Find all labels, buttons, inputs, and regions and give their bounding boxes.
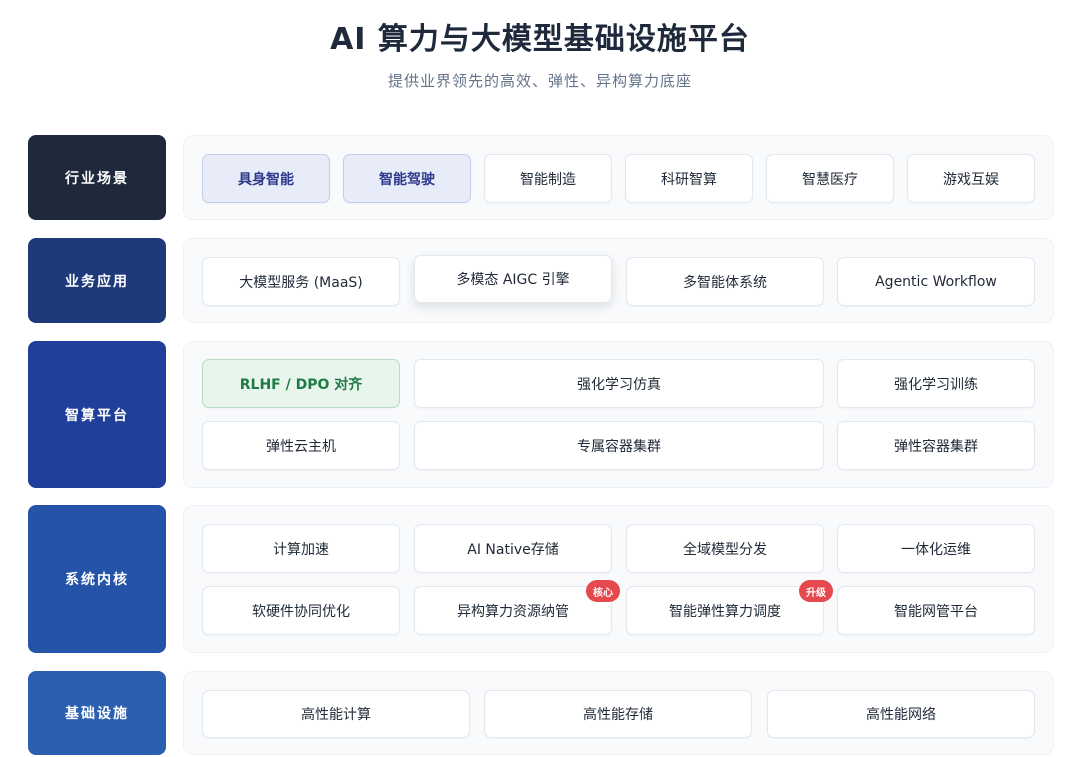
kernel-item-heterogeneous-resource-mgmt[interactable]: 异构算力资源纳管: [414, 586, 612, 635]
business-item-multi-agent[interactable]: 多智能体系统: [626, 257, 824, 306]
platform-item-dedicated-container-cluster[interactable]: 专属容器集群: [414, 421, 824, 470]
layer-label-infra: 基础设施: [28, 671, 166, 755]
layer-label-business: 业务应用: [28, 238, 166, 323]
page-subtitle: 提供业界领先的高效、弹性、异构算力底座: [387, 72, 692, 90]
kernel-item-compute-acceleration[interactable]: 计算加速: [202, 524, 400, 573]
layer-label-platform: 智算平台: [28, 341, 166, 488]
layer-panel-kernel: 计算加速 AI Native存储 全域模型分发 一体化运维 软硬件协同优化 异构…: [183, 505, 1054, 653]
page-title: AI 算力与大模型基础设施平台: [330, 22, 750, 57]
kernel-item-model-distribution[interactable]: 全域模型分发: [626, 524, 824, 573]
industry-item-gaming-entertainment[interactable]: 游戏互娱: [907, 154, 1035, 203]
platform-item-elastic-cloud-host[interactable]: 弹性云主机: [202, 421, 400, 470]
platform-item-rl-simulation[interactable]: 强化学习仿真: [414, 359, 824, 408]
business-item-agentic-workflow[interactable]: Agentic Workflow: [837, 257, 1035, 306]
infra-item-hp-network[interactable]: 高性能网络: [767, 690, 1035, 738]
platform-item-elastic-container-cluster[interactable]: 弹性容器集群: [837, 421, 1035, 470]
platform-item-rlhf-dpo[interactable]: RLHF / DPO 对齐: [202, 359, 400, 408]
kernel-item-hw-sw-co-optimization[interactable]: 软硬件协同优化: [202, 586, 400, 635]
business-item-maas[interactable]: 大模型服务 (MaaS): [202, 257, 400, 306]
kernel-item-elastic-scheduling[interactable]: 智能弹性算力调度: [626, 586, 824, 635]
layer-panel-industry: 具身智能 智能驾驶 智能制造 科研智算 智慧医疗 游戏互娱: [183, 135, 1054, 220]
layer-label-kernel: 系统内核: [28, 505, 166, 653]
industry-item-smart-manufacturing[interactable]: 智能制造: [484, 154, 612, 203]
industry-item-smart-healthcare[interactable]: 智慧医疗: [766, 154, 894, 203]
core-badge: 核心: [586, 580, 620, 602]
infra-item-hpc[interactable]: 高性能计算: [202, 690, 470, 738]
industry-item-scientific-computing[interactable]: 科研智算: [625, 154, 753, 203]
layer-panel-business: 大模型服务 (MaaS) 多模态 AIGC 引擎 多智能体系统 Agentic …: [183, 238, 1054, 323]
layer-panel-infra: 高性能计算 高性能存储 高性能网络: [183, 671, 1054, 755]
business-item-aigc-engine[interactable]: 多模态 AIGC 引擎: [414, 255, 612, 303]
upgrade-badge: 升级: [799, 580, 833, 602]
platform-item-rl-training[interactable]: 强化学习训练: [837, 359, 1035, 408]
layer-panel-platform: RLHF / DPO 对齐 强化学习仿真 强化学习训练 弹性云主机 专属容器集群…: [183, 341, 1054, 488]
industry-item-embodied-ai[interactable]: 具身智能: [202, 154, 330, 203]
layer-label-industry: 行业场景: [28, 135, 166, 220]
kernel-item-integrated-ops[interactable]: 一体化运维: [837, 524, 1035, 573]
kernel-item-ai-native-storage[interactable]: AI Native存储: [414, 524, 612, 573]
industry-item-autonomous-driving[interactable]: 智能驾驶: [343, 154, 471, 203]
kernel-item-network-management[interactable]: 智能网管平台: [837, 586, 1035, 635]
infra-item-hp-storage[interactable]: 高性能存储: [484, 690, 752, 738]
